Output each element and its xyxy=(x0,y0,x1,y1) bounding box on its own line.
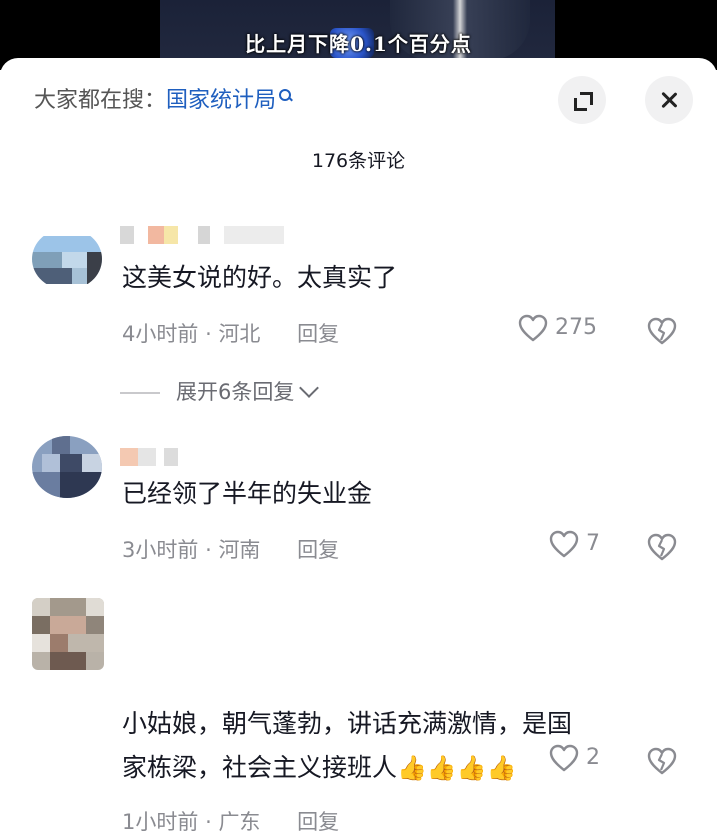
comment-text-line-1: 小姑娘，朝气蓬勃，讲话充满激情，是国 xyxy=(122,709,573,738)
broken-heart-icon[interactable] xyxy=(646,316,678,346)
reply-button[interactable]: 回复 xyxy=(297,322,339,346)
comment-text: 已经领了半年的失业金 xyxy=(122,479,373,508)
comment-item: 已经领了半年的失业金 3小时前 · 河南 回复 7 xyxy=(0,436,717,586)
comment-item: 这美女说的好。太真实了 4小时前 · 河北 回复 275 展开6条回复 xyxy=(0,218,717,418)
comment-text-line-2-text: 家栋梁，社会主义接班人 xyxy=(122,753,398,782)
meta-separator: · xyxy=(205,538,212,562)
video-subtitle: 比上月下降0.1个百分点 xyxy=(245,32,472,56)
like-count: 275 xyxy=(555,315,597,340)
heart-icon xyxy=(549,530,579,558)
close-icon xyxy=(659,90,679,110)
comment-location: 广东 xyxy=(218,810,261,834)
trending-search-prefix: 大家都在搜： xyxy=(34,88,167,113)
comment-sheet: 大家都在搜：国家统计局 176条评论 这美女说的好。太真实了 4小时前 · 河北 xyxy=(0,58,717,834)
expand-button[interactable] xyxy=(558,76,606,124)
comment-meta: 3小时前 · 河南 回复 xyxy=(122,534,339,564)
comment-count-title: 176条评论 xyxy=(311,150,406,172)
like-button[interactable]: 275 xyxy=(518,314,597,342)
username-blurred[interactable] xyxy=(120,226,290,246)
trending-search-link[interactable]: 国家统计局 xyxy=(166,88,292,113)
like-button[interactable]: 7 xyxy=(549,530,600,558)
comment-location: 河北 xyxy=(218,322,261,346)
divider-line xyxy=(120,392,160,394)
heart-icon xyxy=(518,314,548,342)
comment-meta: 1小时前 · 广东 回复 xyxy=(122,806,339,836)
avatar[interactable] xyxy=(32,436,102,498)
like-count: 7 xyxy=(586,531,600,556)
comment-time: 4小时前 xyxy=(122,322,199,346)
search-icon[interactable] xyxy=(278,88,292,104)
comment-item: 小姑娘，朝气蓬勃，讲话充满激情，是国 家栋梁，社会主义接班人👍👍👍👍 1小时前 … xyxy=(0,598,717,834)
close-button[interactable] xyxy=(645,76,693,124)
reply-button[interactable]: 回复 xyxy=(297,538,339,562)
trending-search-term[interactable]: 国家统计局 xyxy=(166,88,276,113)
meta-separator: · xyxy=(205,322,212,346)
reply-button[interactable]: 回复 xyxy=(297,810,339,834)
expand-replies-button[interactable]: 展开6条回复 xyxy=(120,376,320,406)
heart-icon xyxy=(549,744,579,772)
broken-heart-icon[interactable] xyxy=(646,746,678,776)
broken-heart-icon[interactable] xyxy=(646,532,678,562)
comment-time: 3小时前 xyxy=(122,538,199,562)
chevron-down-icon xyxy=(299,378,320,398)
avatar[interactable] xyxy=(32,598,104,670)
comment-time: 1小时前 xyxy=(122,810,199,834)
expand-icon xyxy=(572,90,593,111)
like-button[interactable]: 2 xyxy=(549,744,600,772)
comment-text: 这美女说的好。太真实了 xyxy=(122,263,398,292)
comment-meta: 4小时前 · 河北 回复 xyxy=(122,318,339,348)
expand-replies-label[interactable]: 展开6条回复 xyxy=(176,380,294,404)
meta-separator: · xyxy=(205,810,212,834)
avatar[interactable] xyxy=(32,228,102,290)
username-blurred[interactable] xyxy=(120,448,290,468)
thumbs-up-emoji: 👍👍👍👍 xyxy=(397,754,517,782)
like-count: 2 xyxy=(586,745,600,770)
trending-search-row: 大家都在搜：国家统计局 xyxy=(34,86,292,116)
comment-location: 河南 xyxy=(218,538,261,562)
